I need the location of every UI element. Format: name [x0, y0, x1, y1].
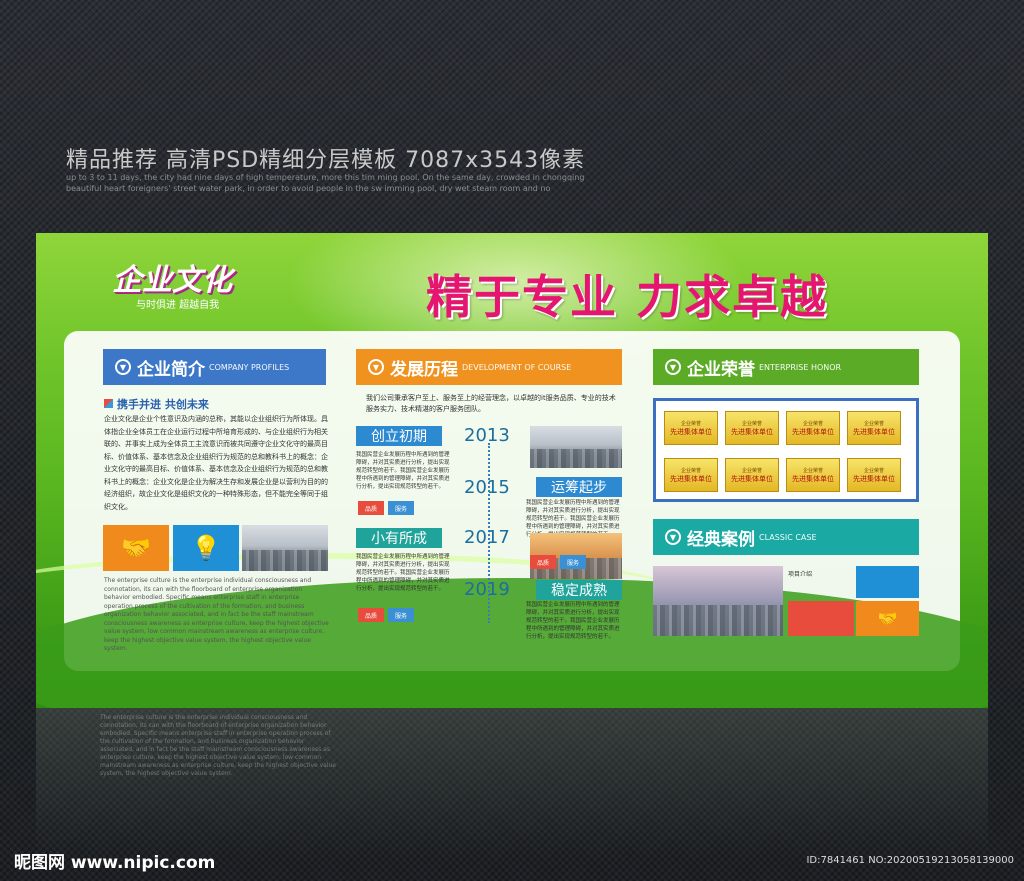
header-title: 精品推荐 高清PSD精细分层模板 7087x3543像素	[66, 148, 586, 173]
case-header: ▼ 经典案例 CLASSIC CASE	[653, 519, 919, 555]
profile-subhead: 携手并进 共创未来	[104, 396, 209, 412]
honor-certificate: 企业荣誉 先进集体单位	[847, 411, 901, 445]
year-2015: 2015	[464, 477, 510, 498]
profile-body: 企业文化是企业个性意识及内涵的总称，其能以企业组织行为所体现。具体指企业全体员工…	[104, 415, 328, 511]
case-label: 项目介绍	[788, 571, 813, 578]
history-title-en: DEVELOPMENT OF COURSE	[462, 362, 572, 372]
history-title: 发展历程	[390, 359, 458, 380]
profile-title: 企业简介	[137, 359, 205, 380]
case-tile-red	[788, 601, 854, 636]
board-logo-sub: 与时俱进 超越自我	[136, 300, 220, 311]
honor-title-en: ENTERPRISE HONOR	[759, 362, 842, 372]
reflection-text: The enterprise culture is the enterprise…	[100, 714, 336, 777]
year-2019: 2019	[464, 579, 510, 600]
culture-board: 企业文化 与时俱进 超越自我 精于专业 力求卓越 ▼ 企业简介 COMPANY …	[36, 233, 988, 708]
stage-tag-1: 创立初期	[356, 426, 442, 446]
history-photo-1	[530, 426, 622, 468]
case-tile-blue	[856, 566, 919, 598]
bulb-tile: 💡	[173, 525, 239, 571]
header-subtitle: up to 3 to 11 days, the city had nine da…	[66, 173, 585, 193]
profile-en-body: The enterprise culture is the enterprise…	[104, 577, 329, 652]
honor-certificate: 企业荣誉 先进集体单位	[664, 411, 718, 445]
stage-tag-4: 稳定成熟	[536, 580, 622, 600]
chevron-down-icon: ▼	[665, 359, 681, 375]
case-title-en: CLASSIC CASE	[759, 532, 817, 542]
honor-certificate: 企业荣誉 先进集体单位	[725, 411, 779, 445]
year-2017: 2017	[464, 527, 510, 548]
chevron-down-icon: ▼	[115, 359, 131, 375]
honor-certificate: 企业荣誉 先进集体单位	[725, 458, 779, 492]
case-photo	[653, 566, 783, 636]
square-icon	[104, 399, 113, 408]
service-badge-3: 服务	[388, 608, 414, 622]
case-title: 经典案例	[687, 529, 755, 550]
board-slogan: 精于专业 力求卓越	[426, 270, 829, 324]
chevron-down-icon: ▼	[368, 359, 384, 375]
history-text-1: 我国民营企业发展历程中所遇到的管理障碍，并对其实质进行分析，提出实现规范转型的若…	[356, 452, 450, 490]
history-header: ▼ 发展历程 DEVELOPMENT OF COURSE	[356, 349, 622, 385]
history-intro: 我们公司秉承客户至上、服务至上的经营理念，以卓越的it服务品质、专业的技术服务实…	[366, 394, 616, 413]
honor-title: 企业荣誉	[687, 359, 755, 380]
profile-header: ▼ 企业简介 COMPANY PROFILES	[103, 349, 326, 385]
honor-certificate: 企业荣誉 先进集体单位	[786, 411, 840, 445]
year-2013: 2013	[464, 425, 510, 446]
honor-certificate: 企业荣誉 先进集体单位	[664, 458, 718, 492]
quality-badge: 品质	[358, 501, 384, 515]
chevron-down-icon: ▼	[665, 529, 681, 545]
image-id: ID:7841461 NO:20200519213058139000	[806, 855, 1014, 866]
city-photo	[242, 525, 328, 571]
honor-certificate: 企业荣誉 先进集体单位	[786, 458, 840, 492]
handshake-tile: 🤝	[103, 525, 169, 571]
service-badge: 服务	[388, 501, 414, 515]
service-badge-2: 服务	[560, 555, 586, 569]
handshake-icon: 🤝	[877, 609, 898, 628]
honor-header: ▼ 企业荣誉 ENTERPRISE HONOR	[653, 349, 919, 385]
quality-badge-2: 品质	[530, 555, 556, 569]
stage-tag-3: 小有所成	[356, 528, 442, 548]
stage-tag-2: 运筹起步	[536, 477, 622, 497]
profile-title-en: COMPANY PROFILES	[209, 362, 290, 372]
history-text-3: 我国民营企业发展历程中所遇到的管理障碍，并对其实质进行分析，提出实现规范转型的若…	[356, 554, 450, 592]
site-watermark: 昵图网 www.nipic.com	[14, 853, 216, 873]
lightbulb-icon: 💡	[191, 534, 221, 562]
case-tile-orange: 🤝	[856, 601, 919, 636]
handshake-icon: 🤝	[121, 534, 151, 562]
honor-certificate: 企业荣誉 先进集体单位	[847, 458, 901, 492]
quality-badge-3: 品质	[358, 608, 384, 622]
history-text-4: 我国民营企业发展历程中所遇到的管理障碍，并对其实质进行分析，提出实现规范转型的若…	[526, 602, 620, 640]
board-logo: 企业文化	[112, 263, 232, 298]
